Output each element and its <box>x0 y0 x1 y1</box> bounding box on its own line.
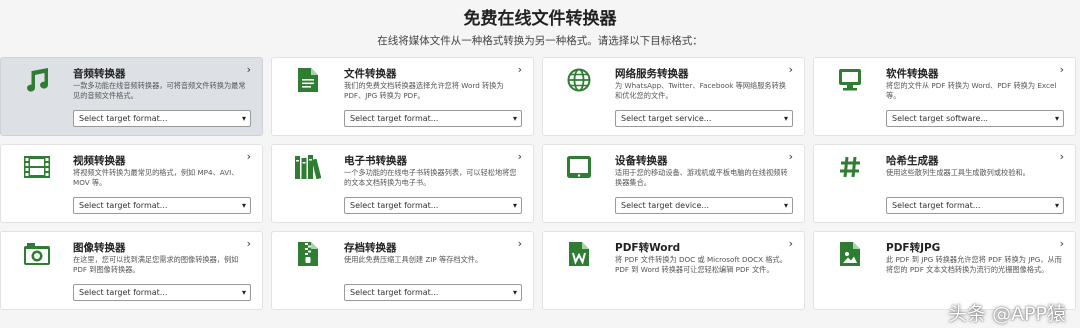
card-description: 在这里，您可以找到满足您需求的图像转换器，例如 PDF 到图像转换器。 <box>73 255 239 274</box>
select-value: Select target format... <box>350 114 439 123</box>
card-title: 网络服务转换器 <box>615 68 689 80</box>
chevron-down-icon: ▾ <box>512 201 517 210</box>
card-software-converter[interactable]: 软件转换器 将您的文件从 PDF 转换为 Word、PDF 转换为 Excel … <box>813 57 1076 136</box>
select-value: Select target software... <box>892 114 989 123</box>
chevron-right-icon[interactable]: › <box>518 151 522 163</box>
chevron-right-icon[interactable]: › <box>1060 151 1064 163</box>
chevron-down-icon: ▾ <box>783 201 788 210</box>
card-title: 哈希生成器 <box>886 155 939 167</box>
card-description: 我们的免费文档转换器选择允许您将 Word 转换为 PDF、JPG 转换为 PD… <box>344 81 504 100</box>
globe-icon <box>565 67 593 93</box>
target-format-select[interactable]: Select target format... ▾ <box>886 197 1064 214</box>
target-format-select[interactable]: Select target format... ▾ <box>73 197 251 214</box>
select-value: Select target format... <box>79 201 168 210</box>
chevron-right-icon[interactable]: › <box>1060 64 1064 76</box>
zip-file-icon <box>294 241 322 267</box>
chevron-down-icon: ▾ <box>1054 114 1059 123</box>
chevron-right-icon[interactable]: › <box>1060 238 1064 250</box>
card-description: 一个多功能的在线电子书转换器列表，可以轻松地将您的文本文档转换为电子书。 <box>344 168 517 187</box>
card-audio-converter[interactable]: 音频转换器 一款多功能在线音频转换器，可将音频文件转换为最常见的音频文件格式。 … <box>0 57 263 136</box>
chevron-right-icon[interactable]: › <box>518 238 522 250</box>
monitor-icon <box>836 67 864 93</box>
converter-grid: 音频转换器 一款多功能在线音频转换器，可将音频文件转换为最常见的音频文件格式。 … <box>0 57 1080 310</box>
card-title: 软件转换器 <box>886 68 939 80</box>
card-title: 电子书转换器 <box>344 155 407 167</box>
card-video-converter[interactable]: 视频转换器 将视频文件转换为最常见的格式，例如 MP4、AVI、MOV 等。 ›… <box>0 144 263 223</box>
card-title: 存档转换器 <box>344 242 397 254</box>
card-description: 为 WhatsApp、Twitter、Facebook 等网络服务转换和优化您的… <box>615 81 786 100</box>
target-format-select[interactable]: Select target format... ▾ <box>73 110 251 127</box>
card-device-converter[interactable]: 设备转换器 适用于您的移动设备、游戏机或平板电脑的在线视频转换器集合。 › Se… <box>542 144 805 223</box>
chevron-down-icon: ▾ <box>512 114 517 123</box>
card-pdf-to-jpg[interactable]: PDF转JPG 此 PDF 到 JPG 转换器允许您将 PDF 转换为 JPG，… <box>813 231 1076 310</box>
chevron-right-icon[interactable]: › <box>789 238 793 250</box>
card-description: 将 PDF 文件转换为 DOC 或 Microsoft DOCX 格式。PDF … <box>615 255 787 274</box>
page-title: 免费在线文件转换器 <box>463 9 617 29</box>
word-file-icon <box>565 241 593 267</box>
card-description: 一款多功能在线音频转换器，可将音频文件转换为最常见的音频文件格式。 <box>73 81 246 100</box>
card-description: 使用此免费压缩工具创建 ZIP 等存档文件。 <box>344 255 483 264</box>
hash-icon <box>836 154 864 180</box>
card-title: 图像转换器 <box>73 242 126 254</box>
card-archive-converter[interactable]: 存档转换器 使用此免费压缩工具创建 ZIP 等存档文件。 › Select ta… <box>271 231 534 310</box>
chevron-right-icon[interactable]: › <box>789 151 793 163</box>
music-note-icon <box>23 67 51 93</box>
select-value: Select target service... <box>621 114 712 123</box>
camera-icon <box>23 241 51 267</box>
target-format-select[interactable]: Select target format... ▾ <box>73 284 251 301</box>
card-title: 视频转换器 <box>73 155 126 167</box>
tablet-icon <box>565 154 593 180</box>
target-service-select[interactable]: Select target service... ▾ <box>615 110 793 127</box>
target-format-select[interactable]: Select target format... ▾ <box>344 110 522 127</box>
chevron-down-icon: ▾ <box>241 201 246 210</box>
card-pdf-to-word[interactable]: PDF转Word 将 PDF 文件转换为 DOC 或 Microsoft DOC… <box>542 231 805 310</box>
card-ebook-converter[interactable]: 电子书转换器 一个多功能的在线电子书转换器列表，可以轻松地将您的文本文档转换为电… <box>271 144 534 223</box>
select-value: Select target format... <box>79 114 168 123</box>
film-icon <box>23 154 51 180</box>
select-value: Select target device... <box>621 201 709 210</box>
chevron-down-icon: ▾ <box>1054 201 1059 210</box>
books-icon <box>294 154 322 180</box>
card-title: 设备转换器 <box>615 155 668 167</box>
target-device-select[interactable]: Select target device... ▾ <box>615 197 793 214</box>
chevron-right-icon[interactable]: › <box>247 238 251 250</box>
card-description: 使用这些散列生成器工具生成散列或校验和。 <box>886 168 1030 177</box>
card-webservice-converter[interactable]: 网络服务转换器 为 WhatsApp、Twitter、Facebook 等网络服… <box>542 57 805 136</box>
page-header: 免费在线文件转换器 在线将媒体文件从一种格式转换为另一种格式。请选择以下目标格式… <box>0 0 1080 54</box>
card-description: 此 PDF 到 JPG 转换器允许您将 PDF 转换为 JPG，从而将您的 PD… <box>886 255 1062 274</box>
card-image-converter[interactable]: 图像转换器 在这里，您可以找到满足您需求的图像转换器，例如 PDF 到图像转换器… <box>0 231 263 310</box>
card-description: 将您的文件从 PDF 转换为 Word、PDF 转换为 Excel 等。 <box>886 81 1057 100</box>
watermark: 头条 @APP猿 <box>948 303 1066 325</box>
target-format-select[interactable]: Select target format... ▾ <box>344 284 522 301</box>
chevron-right-icon[interactable]: › <box>518 64 522 76</box>
card-title: 文件转换器 <box>344 68 397 80</box>
card-title: PDF转Word <box>615 242 681 254</box>
chevron-right-icon[interactable]: › <box>789 64 793 76</box>
target-format-select[interactable]: Select target format... ▾ <box>344 197 522 214</box>
document-icon <box>294 67 322 93</box>
select-value: Select target format... <box>350 201 439 210</box>
card-document-converter[interactable]: 文件转换器 我们的免费文档转换器选择允许您将 Word 转换为 PDF、JPG … <box>271 57 534 136</box>
card-description: 适用于您的移动设备、游戏机或平板电脑的在线视频转换器集合。 <box>615 168 788 187</box>
image-file-icon <box>836 241 864 267</box>
chevron-down-icon: ▾ <box>783 114 788 123</box>
select-value: Select target format... <box>79 288 168 297</box>
card-title: 音频转换器 <box>73 68 126 80</box>
card-hash-generator[interactable]: 哈希生成器 使用这些散列生成器工具生成散列或校验和。 › Select targ… <box>813 144 1076 223</box>
page-subtitle: 在线将媒体文件从一种格式转换为另一种格式。请选择以下目标格式： <box>377 35 703 47</box>
chevron-right-icon[interactable]: › <box>247 151 251 163</box>
select-value: Select target format... <box>350 288 439 297</box>
card-title: PDF转JPG <box>886 242 941 254</box>
card-description: 将视频文件转换为最常见的格式，例如 MP4、AVI、MOV 等。 <box>73 168 239 187</box>
target-software-select[interactable]: Select target software... ▾ <box>886 110 1064 127</box>
select-value: Select target format... <box>892 201 981 210</box>
chevron-down-icon: ▾ <box>512 288 517 297</box>
chevron-down-icon: ▾ <box>241 288 246 297</box>
chevron-down-icon: ▾ <box>241 114 246 123</box>
chevron-right-icon[interactable]: › <box>247 64 251 76</box>
